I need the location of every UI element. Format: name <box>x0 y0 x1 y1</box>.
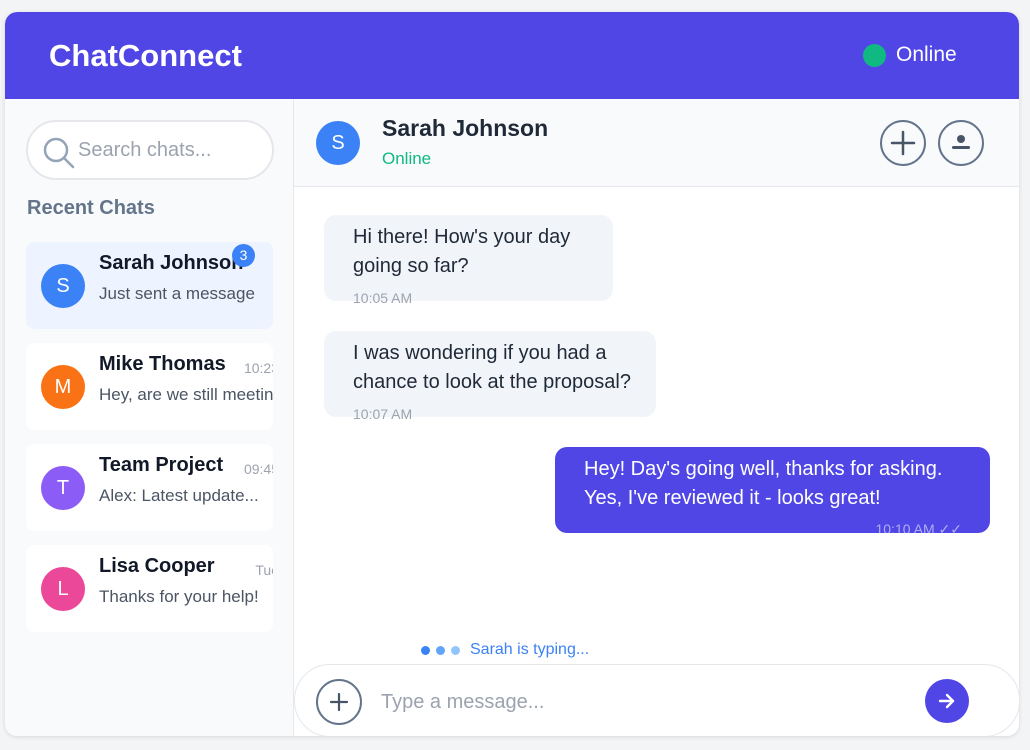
connection-status: Online <box>863 43 957 67</box>
typing-dot-icon <box>436 645 445 655</box>
sidebar: Recent Chats S Sarah Johnson Just sent a… <box>5 99 294 736</box>
arrow-right-icon <box>938 693 955 709</box>
message-bubble-incoming: Hi there! How's your day going so far? 1… <box>324 215 613 306</box>
chat-preview: Alex: Latest update... <box>99 486 259 505</box>
user-icon <box>952 135 970 149</box>
typing-text: Sarah is typing... <box>470 641 590 658</box>
message-text: Hey! Day's going well, thanks for asking… <box>584 455 942 513</box>
profile-button[interactable] <box>938 120 984 166</box>
chat-list-item-mike[interactable]: M Mike Thomas 10:23 Hey, are we still me… <box>26 343 273 430</box>
app-title: ChatConnect <box>49 38 242 73</box>
message-time: 10:05 AM <box>353 290 413 306</box>
message-input[interactable] <box>381 685 901 719</box>
chat-name: Lisa Cooper <box>99 555 215 577</box>
message-line: I was wondering if you had a <box>353 342 607 364</box>
chat-name: Team Project <box>99 454 224 476</box>
status-label: Online <box>896 43 957 66</box>
chat-list-item-sarah[interactable]: S Sarah Johnson Just sent a message 3 <box>26 242 273 329</box>
message-line: Hi there! How's your day <box>353 226 571 248</box>
avatar: M <box>41 365 85 409</box>
chat-time: 09:45 <box>243 461 273 477</box>
avatar: S <box>41 264 85 308</box>
message-bubble-incoming: I was wondering if you had a chance to l… <box>324 331 656 422</box>
contact-avatar: S <box>316 121 360 165</box>
read-receipt-icon: ✓✓ <box>938 521 962 537</box>
message-line: Yes, I've reviewed it - looks great! <box>584 487 881 509</box>
chat-preview: Hey, are we still meeting? <box>99 385 273 404</box>
conversation-header: S Sarah Johnson Online <box>294 99 1019 187</box>
contact-status: Online <box>382 149 432 168</box>
typing-dot-icon <box>451 645 460 655</box>
chat-list-item-lisa[interactable]: L Lisa Cooper Tue Thanks for your help! <box>26 545 273 632</box>
contact-name: Sarah Johnson <box>382 115 549 141</box>
chat-name: Sarah Johnson <box>99 252 244 274</box>
message-text: Hi there! How's your day going so far? <box>353 223 570 281</box>
chat-name: Mike Thomas <box>99 353 226 375</box>
add-button[interactable] <box>880 120 926 166</box>
message-bubble-outgoing: Hey! Day's going well, thanks for asking… <box>555 447 990 537</box>
message-time: 10:07 AM <box>353 406 413 422</box>
message-composer <box>294 664 1019 736</box>
attach-button[interactable] <box>316 679 362 725</box>
typing-dot-icon <box>421 645 430 655</box>
message-line: chance to look at the proposal? <box>353 371 631 393</box>
avatar: T <box>41 466 85 510</box>
send-button[interactable] <box>925 679 969 723</box>
message-text: I was wondering if you had a chance to l… <box>353 339 631 397</box>
unread-badge: 3 <box>232 244 255 267</box>
search-input[interactable] <box>78 134 263 166</box>
app-header: ChatConnect Online <box>5 12 1019 99</box>
search-icon <box>43 137 75 169</box>
message-line: going so far? <box>353 255 469 277</box>
chat-time: 10:23 <box>243 360 273 376</box>
plus-icon <box>329 692 349 712</box>
chat-time: Tue <box>255 562 273 578</box>
avatar: L <box>41 567 85 611</box>
message-time-value: 10:10 AM <box>875 521 935 537</box>
plus-icon <box>890 130 916 156</box>
recent-chats-heading: Recent Chats <box>27 197 155 219</box>
message-line: Hey! Day's going well, thanks for asking… <box>584 458 943 480</box>
chat-preview: Just sent a message <box>99 284 255 303</box>
typing-indicator: Sarah is typing... <box>421 641 589 659</box>
chat-list-item-team-project[interactable]: T Team Project 09:45 Alex: Latest update… <box>26 444 273 531</box>
search-box[interactable] <box>26 120 274 180</box>
chat-app: ChatConnect Online Recent Chats S Sarah … <box>5 12 1019 736</box>
message-time: 10:10 AM ✓✓ <box>875 521 962 537</box>
chat-preview: Thanks for your help! <box>99 587 259 606</box>
status-dot-icon <box>863 43 886 67</box>
